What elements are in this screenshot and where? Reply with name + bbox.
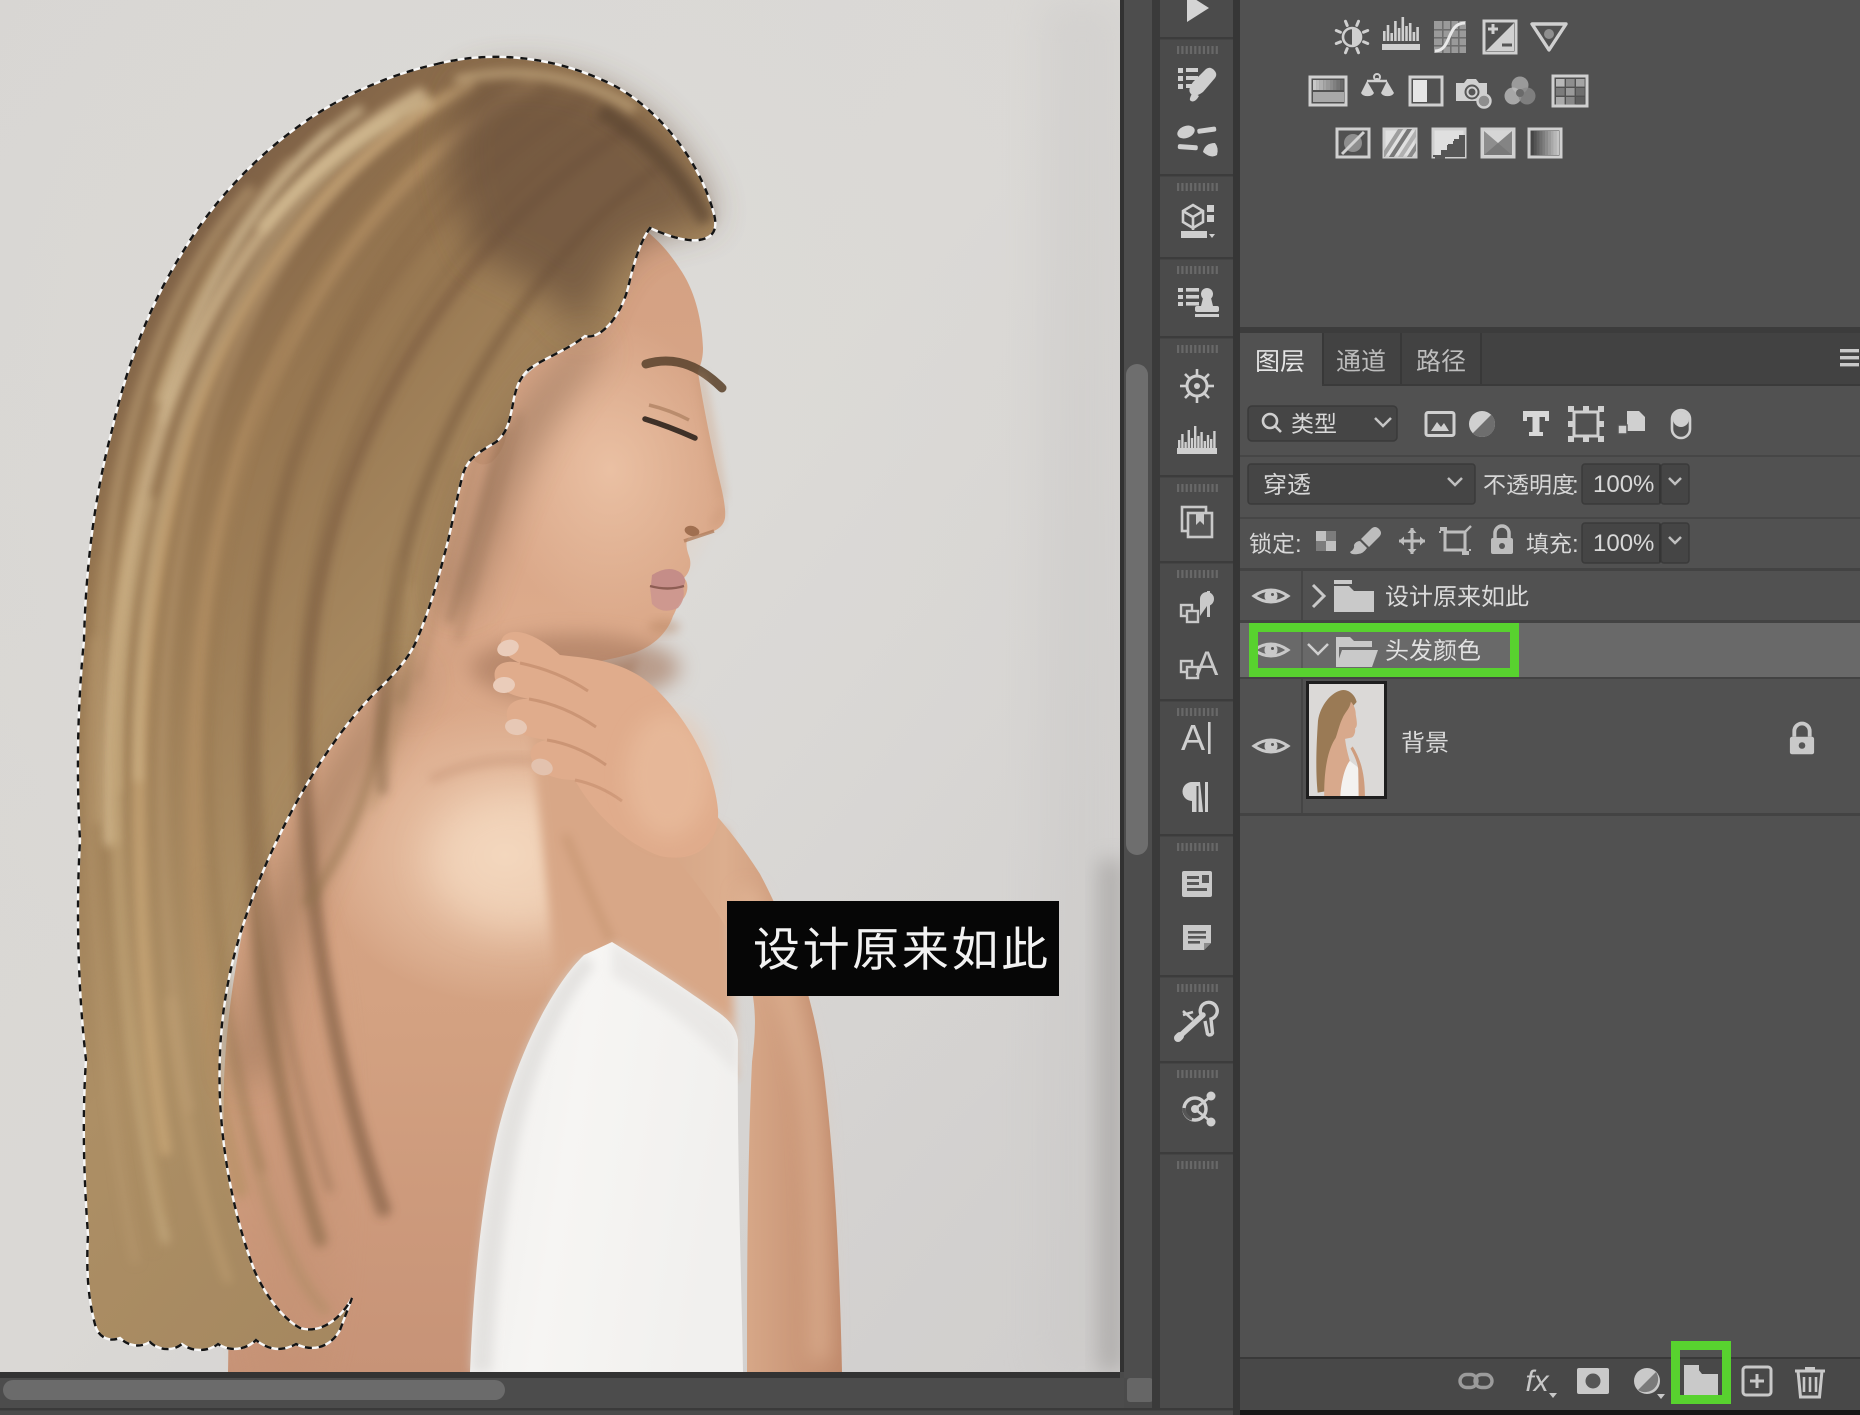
svg-text::: : (1295, 531, 1302, 558)
svg-text:100%: 100% (1593, 471, 1654, 498)
svg-text:100%: 100% (1593, 530, 1654, 557)
svg-text:A: A (1196, 645, 1219, 683)
svg-text::: : (1572, 472, 1579, 499)
svg-text:fx: fx (1525, 1365, 1549, 1398)
svg-text::: : (1572, 531, 1579, 558)
svg-text:A: A (1181, 717, 1205, 758)
